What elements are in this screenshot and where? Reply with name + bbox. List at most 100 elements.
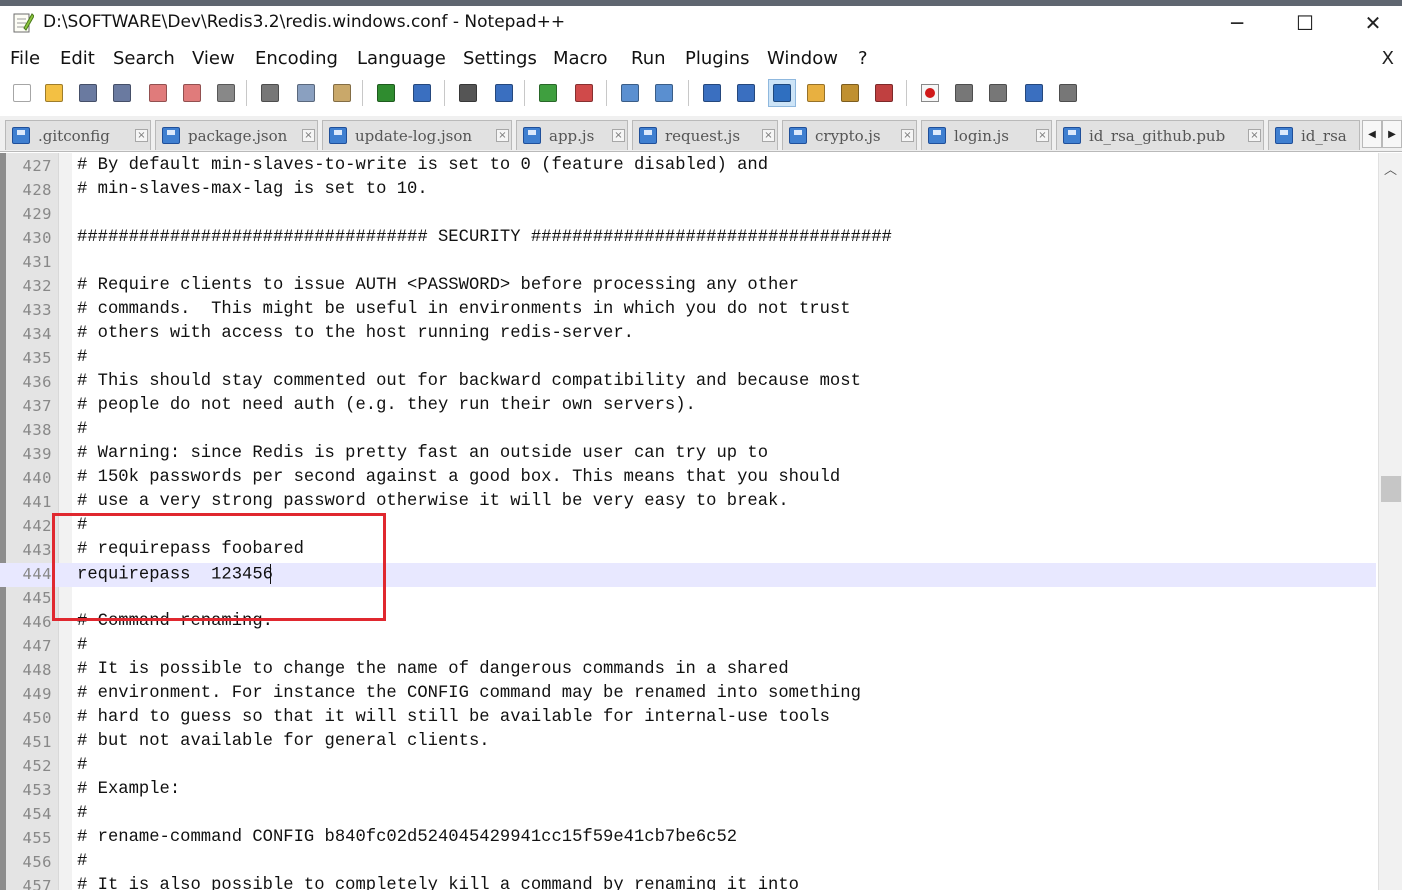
editor-line[interactable]: 431 — [0, 251, 1376, 275]
tab-close-icon[interactable]: × — [762, 129, 775, 142]
tab-app-js[interactable]: app.js × — [516, 120, 628, 150]
menu-language[interactable]: Language — [357, 48, 446, 69]
tab-close-icon[interactable]: × — [1036, 129, 1049, 142]
line-text: # hard to guess so that it will still be… — [77, 708, 830, 727]
editor-line[interactable]: 440 # 150k passwords per second against a… — [0, 467, 1376, 491]
user-language-button[interactable] — [802, 79, 830, 107]
tab-close-icon[interactable]: × — [612, 129, 625, 142]
menu-run[interactable]: Run — [631, 48, 666, 69]
tab-close-icon[interactable]: × — [496, 129, 509, 142]
editor-line[interactable]: 429 — [0, 203, 1376, 227]
editor-line[interactable]: 456 # — [0, 851, 1376, 875]
tab-close-icon[interactable]: × — [135, 129, 148, 142]
menu-edit[interactable]: Edit — [60, 48, 95, 69]
copy-button[interactable] — [292, 79, 320, 107]
sync-horizontal-button[interactable] — [650, 79, 678, 107]
tab-crypto-js[interactable]: crypto.js × — [782, 120, 917, 150]
editor-line[interactable]: 447 # — [0, 635, 1376, 659]
editor-line[interactable]: 448 # It is possible to change the name o… — [0, 659, 1376, 683]
save-macro-button[interactable] — [1054, 79, 1082, 107]
save-all-button[interactable] — [108, 79, 136, 107]
line-number: 448 — [22, 661, 52, 679]
tab-update-log-json[interactable]: update-log.json × — [322, 120, 512, 150]
menu-file[interactable]: File — [10, 48, 40, 69]
run-macro-multiple-button[interactable] — [1020, 79, 1048, 107]
cut-button[interactable] — [256, 79, 284, 107]
tab-close-icon[interactable]: × — [302, 129, 315, 142]
close-all-button[interactable] — [178, 79, 206, 107]
tab-close-icon[interactable]: × — [901, 129, 914, 142]
save-icon — [79, 84, 97, 102]
editor-line[interactable]: 436 # This should stay commented out for … — [0, 371, 1376, 395]
tab-label: login.js — [954, 126, 1010, 145]
editor-line[interactable]: 450 # hard to guess so that it will still… — [0, 707, 1376, 731]
find-button[interactable] — [454, 79, 482, 107]
line-text: # others with access to the host running… — [77, 324, 634, 343]
editor-line[interactable]: 441 # use a very strong password otherwis… — [0, 491, 1376, 515]
menu-search[interactable]: Search — [113, 48, 175, 69]
zoom-out-button[interactable] — [570, 79, 598, 107]
editor-line[interactable]: 435 # — [0, 347, 1376, 371]
tab-id-rsa[interactable]: id_rsa — [1268, 120, 1360, 150]
editor-line[interactable]: 428 # min-slaves-max-lag is set to 10. — [0, 179, 1376, 203]
tab-scroll-left-button[interactable]: ◀ — [1362, 120, 1382, 148]
menu-macro[interactable]: Macro — [553, 48, 607, 69]
menu-plugins[interactable]: Plugins — [685, 48, 749, 69]
maximize-button[interactable]: ☐ — [1282, 6, 1328, 40]
scroll-up-arrow-icon[interactable]: ︿ — [1379, 159, 1402, 179]
menu-help[interactable]: ? — [858, 48, 868, 69]
menu-window[interactable]: Window — [767, 48, 838, 69]
editor-line[interactable]: 451 # but not available for general clien… — [0, 731, 1376, 755]
editor-line[interactable]: 454 # — [0, 803, 1376, 827]
record-macro-button[interactable] — [916, 79, 944, 107]
indent-guide-button[interactable] — [768, 79, 796, 107]
redo-button[interactable] — [408, 79, 436, 107]
tab-id-rsa-github-pub[interactable]: id_rsa_github.pub × — [1056, 120, 1264, 150]
stop-macro-button[interactable] — [950, 79, 978, 107]
tab-gitconfig[interactable]: .gitconfig × — [5, 120, 151, 150]
play-macro-button[interactable] — [984, 79, 1012, 107]
editor-line[interactable]: 452 # — [0, 755, 1376, 779]
print-button[interactable] — [212, 79, 240, 107]
editor-line[interactable]: 430 ################################## SE… — [0, 227, 1376, 251]
editor-line[interactable]: 455 # rename-command CONFIG b840fc02d5240… — [0, 827, 1376, 851]
function-list-button[interactable] — [870, 79, 898, 107]
close-button[interactable] — [144, 79, 172, 107]
editor-line[interactable]: 427 # By default min-slaves-to-write is s… — [0, 155, 1376, 179]
editor-line[interactable]: 449 # environment. For instance the CONFI… — [0, 683, 1376, 707]
tab-request-js[interactable]: request.js × — [632, 120, 778, 150]
new-file-button[interactable] — [8, 79, 36, 107]
word-wrap-button[interactable] — [698, 79, 726, 107]
editor-line[interactable]: 432 # Require clients to issue AUTH <PASS… — [0, 275, 1376, 299]
minimize-button[interactable]: ─ — [1214, 6, 1260, 40]
vertical-scrollbar[interactable]: ︿ — [1378, 153, 1402, 890]
close-window-button[interactable]: ✕ — [1350, 6, 1396, 40]
close-document-button[interactable]: X — [1382, 48, 1394, 69]
editor-line[interactable]: 434 # others with access to the host runn… — [0, 323, 1376, 347]
menu-view[interactable]: View — [192, 48, 235, 69]
replace-button[interactable] — [490, 79, 518, 107]
tab-scroll-right-button[interactable]: ▶ — [1382, 120, 1402, 148]
editor-line[interactable]: 457 # It is also possible to completely k… — [0, 875, 1376, 890]
undo-button[interactable] — [372, 79, 400, 107]
editor-line[interactable]: 439 # Warning: since Redis is pretty fast… — [0, 443, 1376, 467]
tab-label: package.json — [188, 126, 288, 145]
scrollbar-thumb[interactable] — [1381, 476, 1401, 502]
editor-line[interactable]: 453 # Example: — [0, 779, 1376, 803]
paste-button[interactable] — [328, 79, 356, 107]
editor-line[interactable]: 437 # people do not need auth (e.g. they … — [0, 395, 1376, 419]
tab-close-icon[interactable]: × — [1248, 129, 1261, 142]
menu-settings[interactable]: Settings — [463, 48, 537, 69]
save-button[interactable] — [74, 79, 102, 107]
line-number: 457 — [22, 877, 52, 890]
menu-encoding[interactable]: Encoding — [255, 48, 338, 69]
sync-vertical-button[interactable] — [616, 79, 644, 107]
doc-map-button[interactable] — [836, 79, 864, 107]
open-file-button[interactable] — [40, 79, 68, 107]
tab-package-json[interactable]: package.json × — [155, 120, 318, 150]
editor-line[interactable]: 438 # — [0, 419, 1376, 443]
tab-login-js[interactable]: login.js × — [921, 120, 1052, 150]
editor-line[interactable]: 433 # commands. This might be useful in e… — [0, 299, 1376, 323]
show-all-chars-button[interactable] — [732, 79, 760, 107]
zoom-in-button[interactable] — [534, 79, 562, 107]
